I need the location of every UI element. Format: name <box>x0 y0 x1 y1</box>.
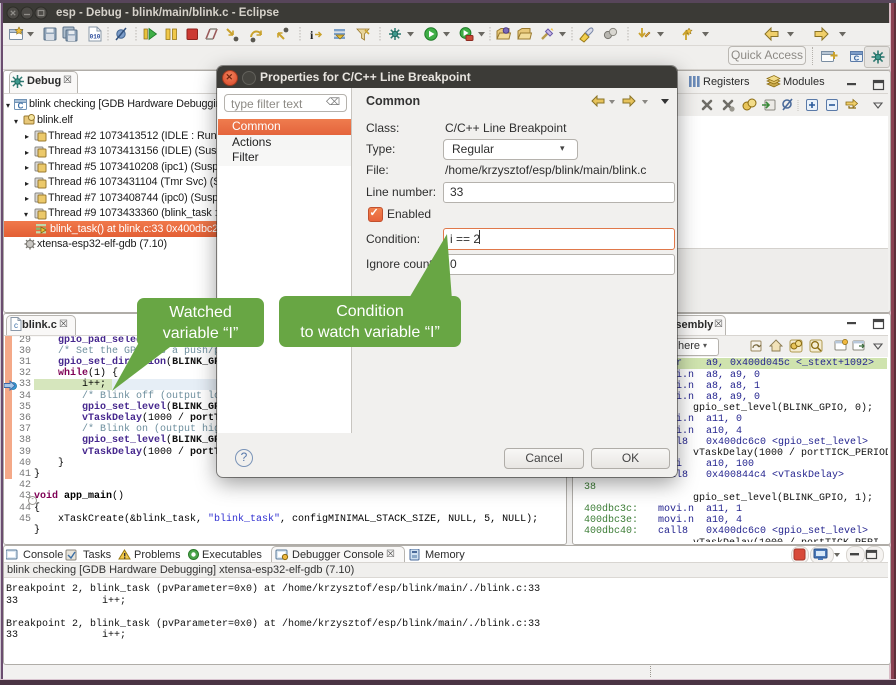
svg-text:c: c <box>14 321 18 330</box>
svg-text:i: i <box>310 28 314 42</box>
svg-text:C: C <box>854 54 860 63</box>
svg-text:C: C <box>18 102 24 111</box>
svg-text:010: 010 <box>90 34 101 41</box>
